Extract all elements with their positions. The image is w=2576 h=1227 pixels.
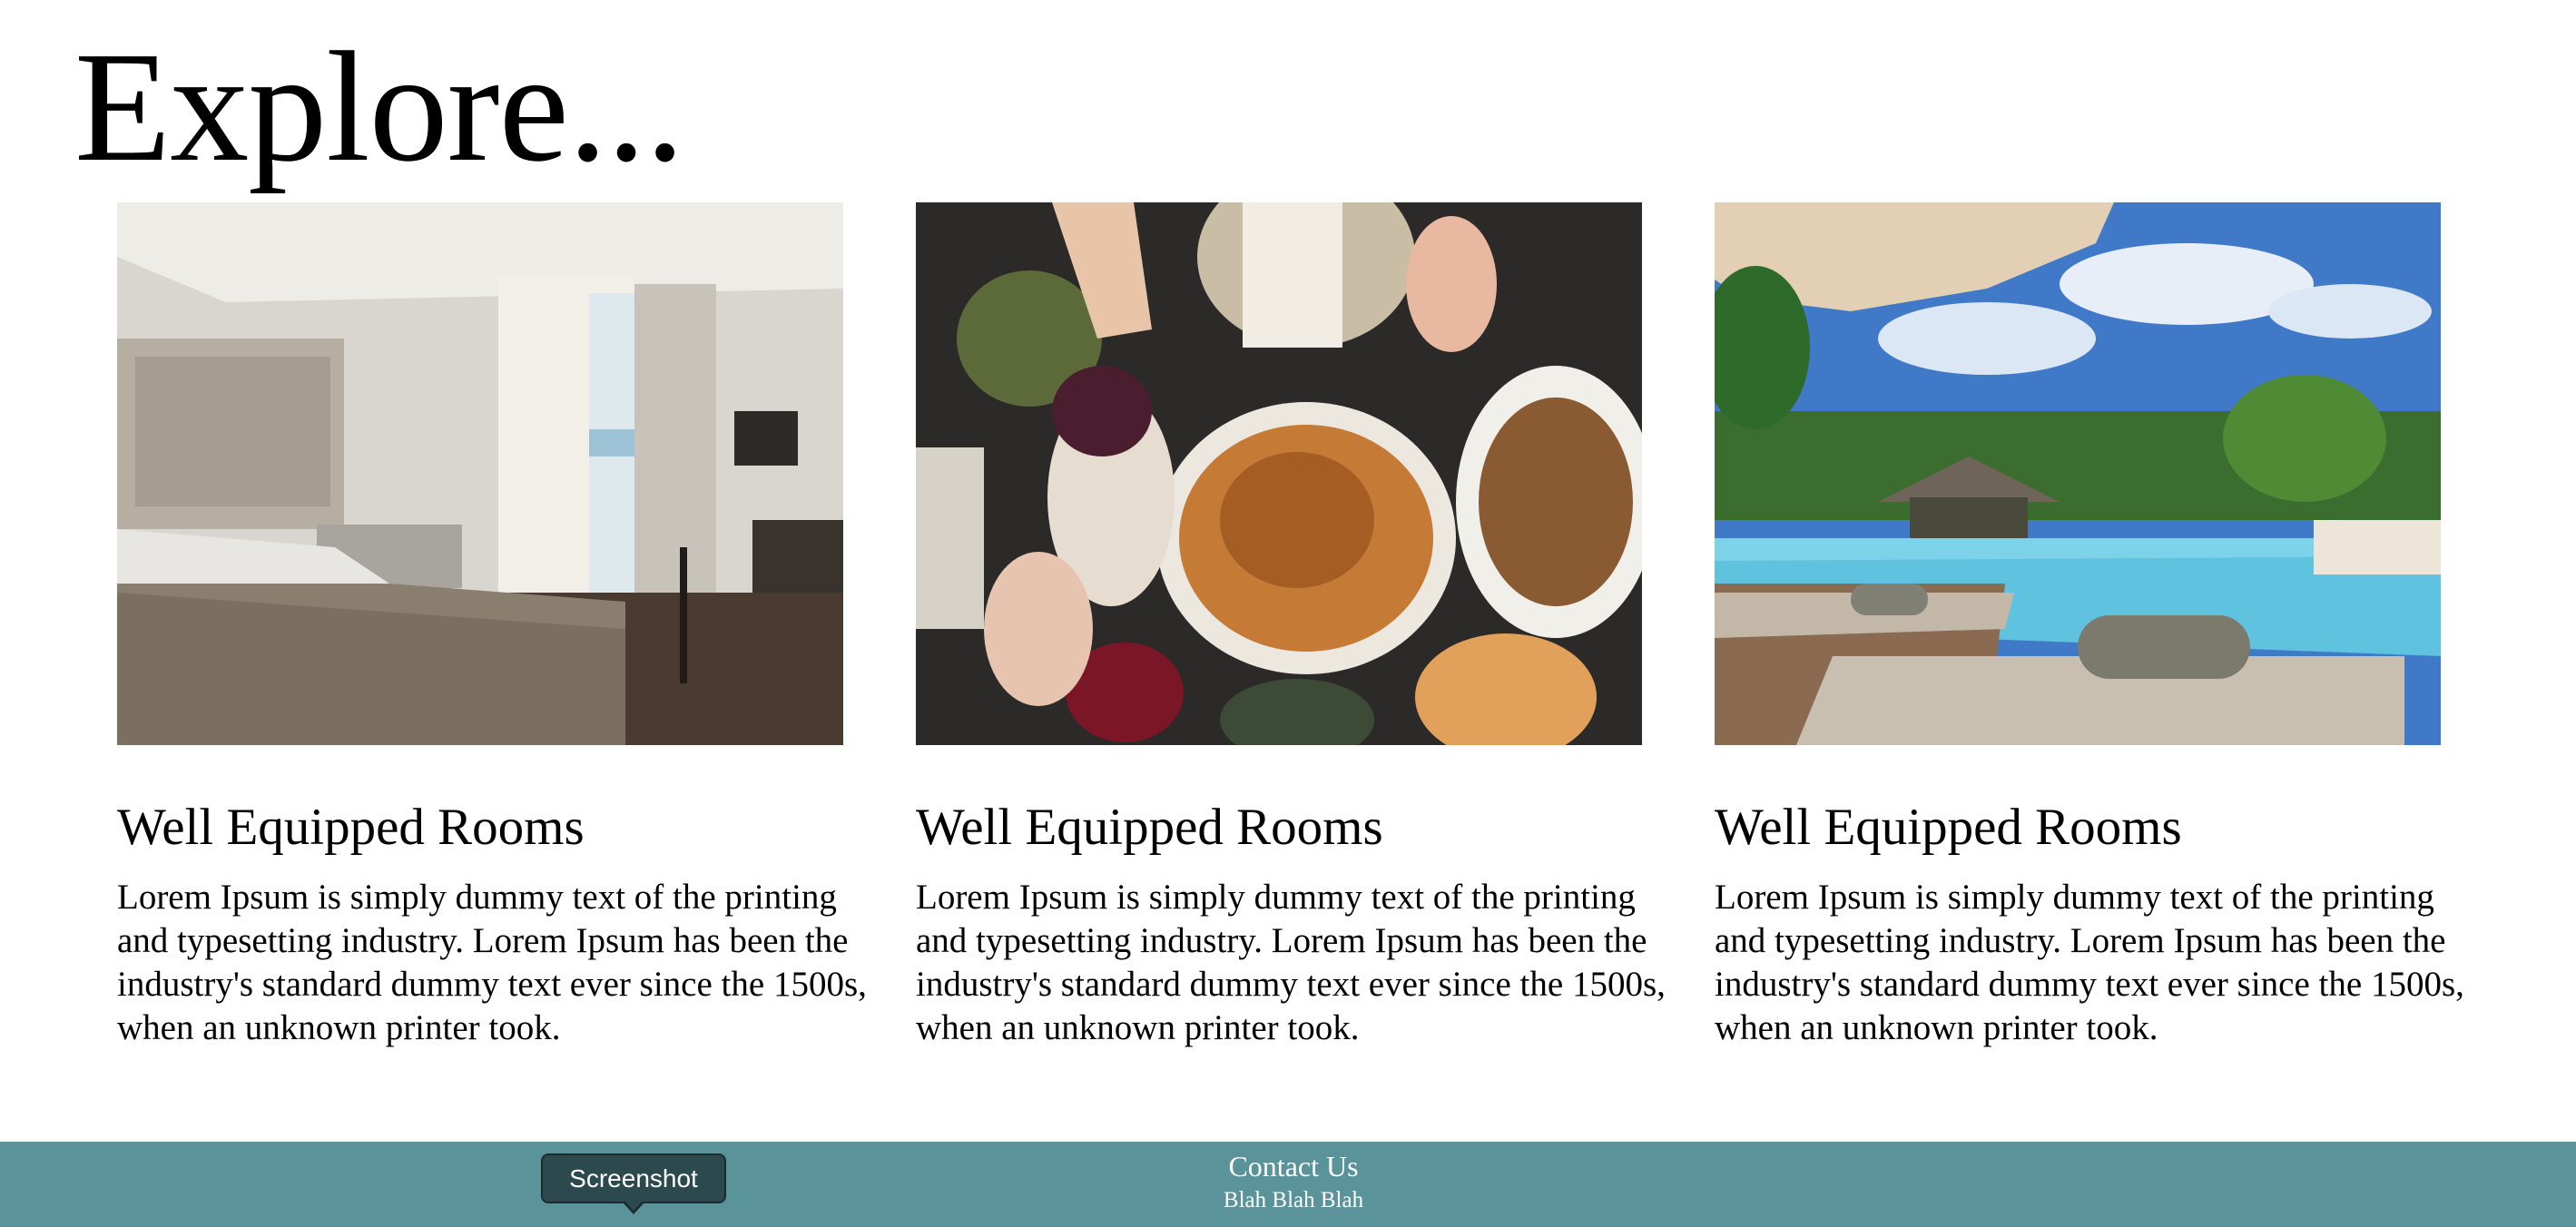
tooltip-label: Screenshot xyxy=(569,1164,698,1193)
screenshot-tooltip: Screenshot xyxy=(541,1153,726,1214)
feature-card: Well Equipped Rooms Lorem Ipsum is simpl… xyxy=(916,202,1669,1047)
contact-us-link[interactable]: Contact Us xyxy=(0,1149,2576,1183)
hotel-bedroom-photo xyxy=(117,202,843,745)
tooltip-arrow-fill xyxy=(624,1201,643,1211)
card-heading: Well Equipped Rooms xyxy=(1715,799,2182,856)
footer-subtext: Blah Blah Blah xyxy=(1223,1188,1364,1212)
footer: Contact Us Blah Blah Blah xyxy=(0,1142,2576,1227)
card-heading: Well Equipped Rooms xyxy=(916,799,1383,856)
card-heading: Well Equipped Rooms xyxy=(117,799,585,856)
card-body: Lorem Ipsum is simply dummy text of the … xyxy=(916,878,1666,1047)
feature-card: Well Equipped Rooms Lorem Ipsum is simpl… xyxy=(1715,202,2468,1047)
card-body: Lorem Ipsum is simply dummy text of the … xyxy=(1715,878,2464,1047)
dinner-table-photo xyxy=(916,202,1642,745)
feature-card: Well Equipped Rooms Lorem Ipsum is simpl… xyxy=(117,202,870,1047)
resort-pool-photo xyxy=(1715,202,2441,745)
page: Explore... Well Equipped Rooms Lorem Ips… xyxy=(0,0,2576,1227)
card-body: Lorem Ipsum is simply dummy text of the … xyxy=(117,878,867,1047)
page-title: Explore... xyxy=(74,19,684,194)
